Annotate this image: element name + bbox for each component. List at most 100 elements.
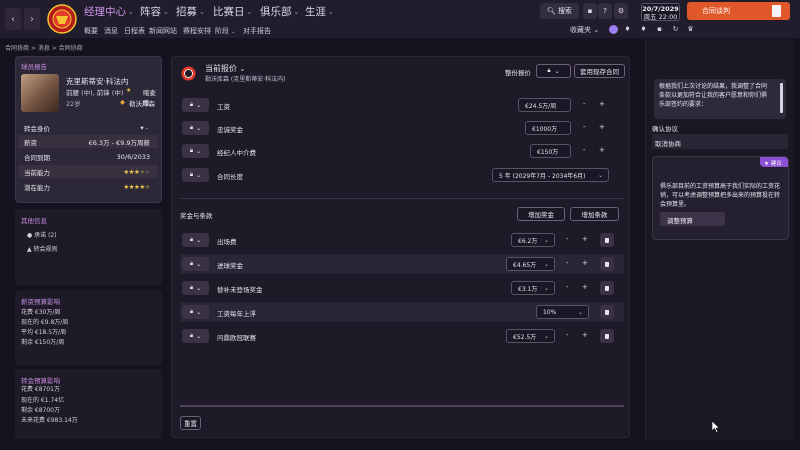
ucl-bonus-select[interactable]: €52.5万 ⌄ (506, 329, 555, 343)
stat-label: 薪资 (24, 138, 37, 147)
loyalty-bonus-input[interactable]: €1000万 (525, 121, 571, 135)
delete-button[interactable] (600, 305, 614, 319)
promises-link[interactable]: ● 承诺 (2) (27, 230, 57, 239)
forward-button[interactable]: › (24, 8, 40, 30)
player-club[interactable]: 勒沃库森 (129, 98, 155, 108)
shirt-icon[interactable]: ♦ (623, 25, 632, 34)
increase-button[interactable]: + (599, 100, 605, 108)
decrease-button[interactable]: - (566, 259, 569, 267)
bonus-row-ucl: 🔒︎ ⌄ 问鼎欧冠联赛 €52.5万 ⌄ - + (180, 326, 624, 346)
lock-toggle-button[interactable]: 🔒︎ ⌄ (182, 257, 209, 271)
increase-button[interactable]: + (582, 283, 588, 291)
notification-icon[interactable] (609, 25, 618, 34)
whole-offer-lock-button[interactable]: 🔒︎ ⌄ (536, 64, 571, 78)
nav-manager-centre[interactable]: 经理中心 ⌄ (84, 4, 134, 19)
contract-length-select[interactable]: 5 年 (2029年7月 - 2034年6月) ⌄ (492, 168, 609, 182)
lock-toggle-button[interactable]: 🔒︎ ⌄ (182, 121, 209, 135)
delete-button[interactable] (600, 257, 614, 271)
search-button[interactable]: 🔍︎ 搜索 (540, 3, 579, 19)
player-report-title[interactable]: 球员报告 (21, 61, 47, 71)
decrease-button[interactable]: - (566, 331, 569, 339)
confirm-agreement-option[interactable]: 确认协议 (652, 123, 678, 133)
player-name[interactable]: 克里斯蒂安·科法内 (66, 76, 128, 87)
lock-icon: 🔒︎ (189, 260, 194, 267)
offer-club-line: 勒沃库森 (克里斯蒂安·科法内) (205, 76, 286, 83)
add-clause-button[interactable]: 增加条款 (570, 207, 619, 221)
reset-button[interactable]: 重置 (180, 416, 201, 430)
use-existing-contract-button[interactable]: 套用现存合同 (574, 64, 625, 78)
lock-toggle-button[interactable]: 🔒︎ ⌄ (182, 144, 209, 158)
save-icon[interactable]: ▪ (583, 3, 597, 19)
bonus-label: 进球奖金 (217, 262, 243, 270)
nav-club[interactable]: 俱乐部 ⌄ (260, 4, 299, 19)
delete-button[interactable] (600, 281, 614, 295)
shortlist-icon[interactable]: ▪ (655, 25, 664, 34)
lock-icon: 🔒︎ (189, 236, 194, 243)
lock-toggle-button[interactable]: 🔒︎ ⌄ (182, 168, 209, 182)
player-position: 前腰 (中), 前锋 (中) (66, 89, 124, 97)
appearance-fee-select[interactable]: €6.2万 ⌄ (511, 233, 555, 247)
increase-button[interactable]: + (582, 259, 588, 267)
nav-recruitment[interactable]: 招募 ⌄ (176, 4, 205, 19)
yearly-rise-select[interactable]: 10% ⌄ (536, 305, 589, 319)
help-icon[interactable]: ? (598, 3, 612, 19)
bonus-label: 出场费 (217, 238, 237, 246)
decrease-button[interactable]: - (583, 146, 586, 154)
agent-message-text: 根据我们上次讨论的结果，我调整了合同条款以更加符合让我的客户愿意和你们俱乐部签约… (659, 83, 768, 108)
breadcrumb[interactable]: 合同协商 > 消息 > 合同协商 (5, 43, 83, 52)
nav-squad[interactable]: 阵容 ⌄ (140, 4, 169, 19)
bonus-value: €6.2万 (518, 237, 538, 245)
tag-icon[interactable]: ▾ - (140, 124, 148, 132)
lock-toggle-button[interactable]: 🔒︎ ⌄ (182, 233, 209, 247)
transfer-rules-link[interactable]: ▲ 转会规则 (27, 244, 58, 253)
trophy-icon[interactable]: ♛ (686, 25, 695, 34)
lock-toggle-button[interactable]: 🔒︎ ⌄ (182, 281, 209, 295)
lock-toggle-button[interactable]: 🔒︎ ⌄ (182, 98, 209, 112)
club-crest-icon[interactable] (47, 4, 77, 34)
lock-toggle-button[interactable]: 🔒︎ ⌄ (182, 305, 209, 319)
add-bonus-button[interactable]: 增加奖金 (517, 207, 565, 221)
delete-button[interactable] (600, 329, 614, 343)
chevron-down-icon: ⌄ (239, 65, 246, 73)
increase-button[interactable]: + (599, 146, 605, 154)
decrease-button[interactable]: - (566, 283, 569, 291)
subnav-inbox[interactable]: 消息 (104, 26, 118, 36)
nav-career[interactable]: 生涯 ⌄ (305, 4, 334, 19)
nav-matchday[interactable]: 比赛日 ⌄ (213, 4, 252, 19)
increase-button[interactable]: + (582, 331, 588, 339)
goal-bonus-select[interactable]: €4.65万 ⌄ (506, 257, 555, 271)
scrollbar[interactable] (780, 83, 783, 113)
player-photo[interactable] (21, 74, 59, 112)
subnav-overview[interactable]: 概要 (84, 26, 98, 36)
subnav-stage[interactable]: 阶段 ⌄ (215, 26, 235, 36)
unused-sub-bonus-select[interactable]: €3.1万 ⌄ (511, 281, 555, 295)
subnav-news[interactable]: 新闻网站 (149, 26, 177, 36)
adjust-budget-button[interactable]: 调整预算 (660, 212, 725, 226)
subnav-opponent-report[interactable]: 对手报告 (243, 26, 271, 36)
increase-button[interactable]: + (599, 123, 605, 131)
stat-row-current-ability: 当前能力 ★★★★★ (18, 165, 158, 178)
shirt-icon[interactable]: ♦ (639, 25, 648, 34)
cancel-negotiation-option[interactable]: 取消协商 (652, 134, 788, 149)
subnav-calendar[interactable]: 日程表 (124, 26, 145, 36)
delete-button[interactable] (600, 233, 614, 247)
decrease-button[interactable]: - (583, 100, 586, 108)
increase-button[interactable]: + (582, 235, 588, 243)
decrease-button[interactable]: - (566, 235, 569, 243)
subnav-fixtures[interactable]: 赛程安排 (183, 26, 211, 36)
gear-icon[interactable]: ⚙ (614, 3, 628, 19)
favorites-label: 收藏夹 (570, 26, 591, 34)
lock-toggle-button[interactable]: 🔒︎ ⌄ (182, 329, 209, 343)
favorites-menu[interactable]: 收藏夹 ⌄ (570, 25, 599, 35)
stat-value: €6.3万 - €9.9万周薪 (88, 138, 150, 147)
decrease-button[interactable]: - (583, 123, 586, 131)
refresh-icon[interactable]: ↻ (671, 25, 680, 34)
back-button[interactable]: ‹ (5, 8, 21, 30)
wage-value-input[interactable]: €24.5万/周 (518, 98, 571, 112)
chevron-down-icon: ⌄ (196, 171, 202, 179)
stat-row-potential-ability: 潜在能力 ★★★★★ (18, 180, 158, 193)
agent-fee-input[interactable]: €150万 (530, 144, 571, 158)
continue-button[interactable]: 合同谈判 (687, 2, 790, 20)
transfer-future: 未来花费 €983.14万 (21, 417, 78, 424)
offer-title[interactable]: 当前报价 ⌄ (205, 63, 245, 74)
